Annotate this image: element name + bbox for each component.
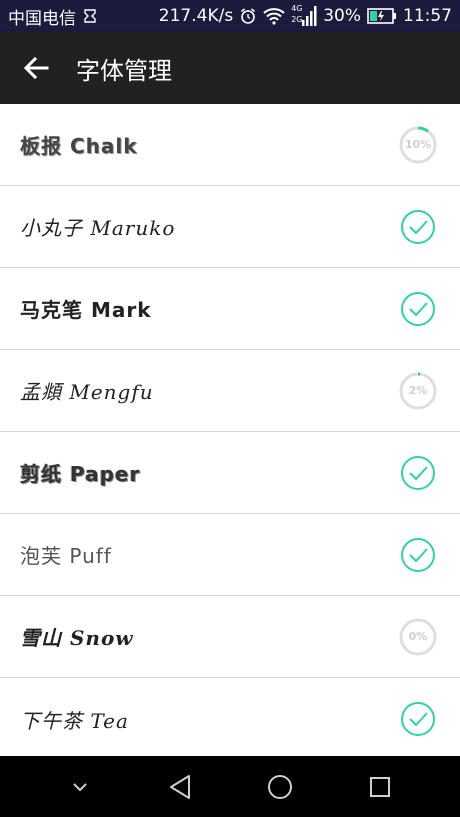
- back-button[interactable]: [0, 32, 72, 104]
- font-row-mengfu[interactable]: 孟頫 Mengfu 2%: [0, 350, 460, 432]
- notification-icon: [82, 8, 98, 24]
- network-type-bottom: 2G: [291, 15, 303, 24]
- check-circle-icon: [401, 209, 435, 244]
- download-progress[interactable]: 10%: [398, 125, 438, 165]
- download-progress[interactable]: 2%: [398, 371, 438, 411]
- carrier-label: 中国电信: [8, 8, 76, 29]
- check-circle-icon: [401, 702, 435, 736]
- installed-check[interactable]: [398, 535, 438, 575]
- signal-icon: 4G 2G: [291, 5, 317, 27]
- font-name: 下午茶 Tea: [20, 708, 129, 733]
- font-list: 板报 Chalk 10% 小丸子 Maruko 马克笔 Mark 孟頫 Meng…: [0, 104, 460, 756]
- font-name: 孟頫 Mengfu: [20, 380, 154, 404]
- font-name: 泡芙 Puff: [20, 544, 112, 568]
- check-circle-icon: [401, 291, 435, 326]
- progress-label: 2%: [408, 384, 428, 397]
- font-name: 剪纸 Paper: [20, 462, 141, 486]
- font-row-chalk[interactable]: 板报 Chalk 10%: [0, 104, 460, 186]
- battery-percent: 30%: [323, 6, 361, 26]
- arrow-left-icon: [23, 56, 49, 80]
- chevron-down-icon: [73, 782, 87, 791]
- progress-label: 0%: [408, 630, 428, 643]
- alarm-icon: [239, 7, 257, 25]
- back-triangle-icon: [170, 774, 190, 799]
- network-type-top: 4G: [291, 4, 303, 13]
- clock: 11:57: [403, 6, 452, 26]
- check-circle-icon: [401, 537, 435, 572]
- network-speed: 217.4K/s: [158, 6, 234, 26]
- font-row-paper[interactable]: 剪纸 Paper: [0, 432, 460, 514]
- installed-check[interactable]: [398, 699, 438, 739]
- font-row-puff[interactable]: 泡芙 Puff: [0, 514, 460, 596]
- installed-check[interactable]: [398, 207, 438, 247]
- hide-nav-button[interactable]: [50, 762, 110, 812]
- installed-check[interactable]: [398, 289, 438, 329]
- back-nav-button[interactable]: [150, 762, 210, 812]
- font-row-tea[interactable]: 下午茶 Tea: [0, 678, 460, 756]
- installed-check[interactable]: [398, 453, 438, 493]
- recents-nav-button[interactable]: [350, 762, 410, 812]
- status-bar: 中国电信 217.4K/s 4G 2G 30% 11:57: [0, 0, 460, 32]
- download-progress[interactable]: 0%: [398, 617, 438, 657]
- home-circle-icon: [268, 774, 292, 799]
- recents-square-icon: [370, 776, 390, 797]
- battery-charging-icon: [367, 8, 397, 24]
- font-name: 马克笔 Mark: [20, 298, 152, 322]
- font-row-snow[interactable]: 雪山 Snow 0%: [0, 596, 460, 678]
- font-row-maruko[interactable]: 小丸子 Maruko: [0, 186, 460, 268]
- app-bar: 字体管理: [0, 32, 460, 104]
- page-title: 字体管理: [76, 56, 172, 85]
- font-row-mark[interactable]: 马克笔 Mark: [0, 268, 460, 350]
- status-bar-right: 217.4K/s 4G 2G 30% 11:57: [159, 5, 452, 27]
- status-bar-left: 中国电信: [8, 4, 98, 29]
- font-name: 板报 Chalk: [20, 134, 138, 158]
- font-name: 雪山 Snow: [20, 626, 134, 650]
- navigation-bar: [0, 756, 460, 817]
- check-circle-icon: [401, 455, 435, 490]
- home-nav-button[interactable]: [250, 762, 310, 812]
- wifi-icon: [263, 7, 285, 25]
- progress-label: 10%: [404, 138, 432, 151]
- font-name: 小丸子 Maruko: [20, 216, 176, 240]
